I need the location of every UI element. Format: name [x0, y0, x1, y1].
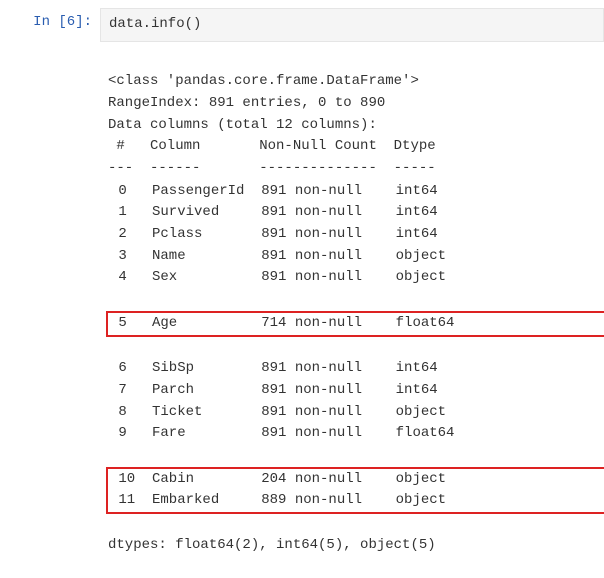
input-cell: In [6]: data.info() [0, 8, 604, 42]
highlighted-row-group: 10 Cabin 204 non-null object 11 Embarked… [106, 467, 604, 514]
dtypes-summary: dtypes: float64(2), int64(5), object(5) [108, 537, 436, 553]
prompt-count: [6]: [58, 14, 92, 30]
output-prompt-spacer [0, 50, 100, 578]
table-rows: 0 PassengerId 891 non-null int64 1 Survi… [108, 179, 604, 535]
class-line: <class 'pandas.core.frame.DataFrame'> [108, 73, 419, 89]
columns-line: Data columns (total 12 columns): [108, 117, 377, 133]
input-prompt: In [6]: [0, 8, 100, 30]
range-line: RangeIndex: 891 entries, 0 to 890 [108, 95, 385, 111]
code-expression: data.info() [109, 16, 201, 32]
output-cell: <class 'pandas.core.frame.DataFrame'> Ra… [0, 50, 604, 578]
header-line: # Column Non-Null Count Dtype [108, 138, 452, 154]
prompt-in: In [33, 14, 58, 30]
code-input[interactable]: data.info() [100, 8, 604, 42]
highlighted-row-group: 5 Age 714 non-null float64 [106, 311, 604, 337]
output-area: <class 'pandas.core.frame.DataFrame'> Ra… [100, 50, 604, 578]
divider-line: --- ------ -------------- ----- [108, 160, 452, 176]
row-group: 6 SibSp 891 non-null int64 7 Parch 891 n… [106, 356, 604, 447]
row-group: 0 PassengerId 891 non-null int64 1 Survi… [106, 179, 604, 291]
